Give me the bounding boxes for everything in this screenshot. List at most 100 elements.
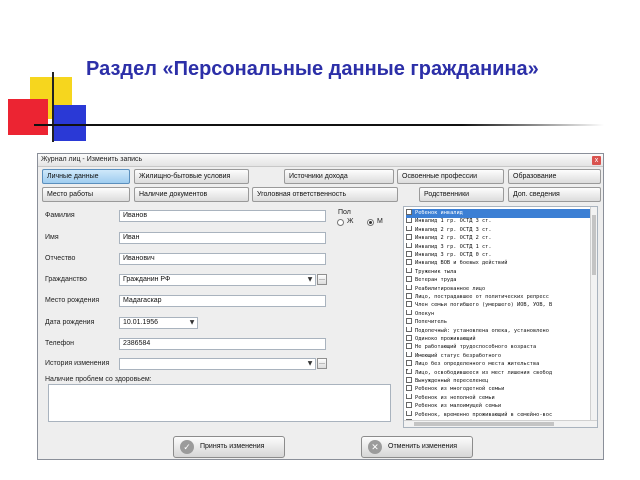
- citizenship-more-button[interactable]: …: [317, 274, 327, 285]
- tab-documents[interactable]: Наличие документов: [134, 187, 249, 202]
- checkbox[interactable]: [406, 225, 412, 232]
- surname-label: Фамилия: [45, 212, 75, 219]
- checklist-item-label: Ветеран труда: [415, 277, 457, 284]
- cancel-changes-button[interactable]: ✕ Отменить изменения: [361, 436, 473, 458]
- checklist-item-label: Не работающий трудоспособного возраста: [415, 344, 537, 351]
- checklist-item-label: Имеющий статус безработного: [415, 352, 502, 359]
- tab-education[interactable]: Образование: [508, 169, 601, 184]
- checkbox[interactable]: [406, 343, 412, 349]
- status-checklist[interactable]: Ребенок, находящийся в ...Ребенок, време…: [403, 206, 598, 428]
- checklist-item[interactable]: Ребенок из многодетной семьи: [406, 385, 591, 394]
- checklist-item[interactable]: Инвалид 2 гр. ОСТД 2 ст.: [406, 234, 591, 243]
- checkbox[interactable]: [406, 377, 412, 383]
- tab-relatives[interactable]: Родственники: [419, 187, 504, 202]
- checklist-item[interactable]: Не работающий трудоспособного возраста: [406, 343, 591, 352]
- checkmark-icon: ✓: [180, 440, 194, 454]
- checklist-item[interactable]: Инвалид 3 гр. ОСТД 1 ст.: [406, 242, 591, 252]
- tab-workplace[interactable]: Место работы: [42, 187, 130, 202]
- checkbox[interactable]: [406, 309, 412, 316]
- checklist-item-label: Инвалид 2 гр. ОСТД 2 ст.: [415, 235, 492, 242]
- checklist-item[interactable]: Ребенок инвалид: [406, 209, 591, 218]
- checkbox[interactable]: [406, 217, 412, 223]
- checklist-item[interactable]: Реабилитированное лицо: [406, 284, 591, 294]
- checklist-item[interactable]: Ребенок из малоимущей семьи: [406, 402, 591, 411]
- checkbox[interactable]: [406, 276, 412, 282]
- checklist-item-label: Лицо, пострадавшее от политических репре…: [415, 294, 549, 300]
- checkbox[interactable]: [406, 267, 412, 274]
- vertical-scrollbar[interactable]: [590, 207, 597, 427]
- checklist-item[interactable]: Имеющий статус безработного: [406, 351, 591, 361]
- checkbox[interactable]: [406, 385, 412, 391]
- checkbox[interactable]: [406, 284, 412, 291]
- checklist-item[interactable]: Ветеран труда: [406, 276, 591, 285]
- horizontal-scrollbar[interactable]: [404, 420, 597, 427]
- checkbox[interactable]: [406, 251, 412, 257]
- scroll-thumb[interactable]: [414, 422, 554, 426]
- checklist-item-label: Ребенок инвалид: [415, 210, 463, 216]
- checkbox[interactable]: [406, 335, 412, 341]
- checklist-item[interactable]: Подопечный: установлена опека, установле…: [406, 326, 591, 336]
- checkbox[interactable]: [406, 393, 412, 400]
- scroll-thumb[interactable]: [592, 215, 596, 275]
- history-more-button[interactable]: …: [317, 358, 327, 369]
- checkbox[interactable]: [406, 259, 412, 265]
- checklist-item[interactable]: Лицо, пострадавшее от политических репре…: [406, 293, 591, 302]
- checklist-item-label: Одиноко проживающий: [415, 336, 476, 342]
- checklist-item[interactable]: Лицо, освободившееся из мест лишения сво…: [406, 368, 591, 378]
- name-field[interactable]: Иван: [119, 232, 326, 244]
- tab-criminal-liability[interactable]: Уголовная ответственность: [252, 187, 398, 202]
- checkbox[interactable]: [406, 410, 412, 417]
- tab-personal-data[interactable]: Личные данные: [42, 169, 130, 184]
- checklist-item[interactable]: Инвалид 2 гр. ОСТД 3 ст.: [406, 225, 591, 235]
- checkbox[interactable]: [406, 242, 412, 249]
- checkbox[interactable]: [406, 293, 412, 299]
- citizenship-select[interactable]: Гражданин РФ: [119, 274, 316, 286]
- checkbox[interactable]: [406, 318, 412, 324]
- window-titlebar: Журнал лиц - Изменить запись x: [38, 154, 603, 167]
- patronymic-field[interactable]: Иванович: [119, 253, 326, 265]
- tab-income-sources[interactable]: Источники дохода: [284, 169, 394, 184]
- checkbox[interactable]: [406, 234, 412, 240]
- close-icon[interactable]: x: [592, 156, 601, 165]
- tab-professions[interactable]: Освоенные профессии: [397, 169, 504, 184]
- checklist-item[interactable]: Инвалид ВОВ и боевых действий: [406, 259, 591, 268]
- checklist-item[interactable]: Ребенок, временно проживающий в семейно-…: [406, 410, 591, 420]
- chevron-down-icon[interactable]: ▼: [306, 275, 314, 285]
- birthplace-label: Место рождения: [45, 297, 100, 304]
- checklist-item[interactable]: Попечитель: [406, 318, 591, 327]
- checkbox[interactable]: [406, 301, 412, 307]
- gender-male-radio[interactable]: [367, 219, 374, 226]
- tab-additional-info[interactable]: Доп. сведения: [508, 187, 601, 202]
- checklist-item[interactable]: Опекун: [406, 309, 591, 319]
- checkbox[interactable]: [406, 360, 412, 366]
- checklist-item[interactable]: Инвалид 3 гр. ОСТД 0 ст.: [406, 251, 591, 260]
- checklist-item[interactable]: Одиноко проживающий: [406, 335, 591, 344]
- checkbox[interactable]: [406, 209, 412, 215]
- surname-field[interactable]: Иванов: [119, 210, 326, 222]
- health-problems-textarea[interactable]: [48, 384, 391, 422]
- accept-changes-button[interactable]: ✓ Принять изменения: [173, 436, 285, 458]
- checkbox[interactable]: [406, 402, 412, 408]
- checklist-item-label: Ребенок, временно проживающий в семейно-…: [415, 411, 553, 418]
- checkbox[interactable]: [406, 351, 412, 358]
- edit-record-window: Журнал лиц - Изменить запись x Личные да…: [37, 153, 604, 460]
- phone-field[interactable]: 2386584: [119, 338, 326, 350]
- checklist-item[interactable]: Лицо без определенного места жительства: [406, 360, 591, 369]
- chevron-down-icon[interactable]: ▼: [306, 359, 314, 369]
- birthdate-field[interactable]: 10.01.1956: [119, 317, 198, 329]
- checklist-item[interactable]: Член семьи погибшего (умершего) ИОВ, УОВ…: [406, 301, 591, 310]
- checklist-item[interactable]: Вынужденный переселенец: [406, 377, 591, 386]
- birthplace-field[interactable]: Мадагаскар: [119, 295, 326, 307]
- checklist-item[interactable]: Ребенок из неполной семьи: [406, 393, 591, 403]
- citizenship-label: Гражданство: [45, 276, 87, 283]
- checklist-item[interactable]: Труженик тыла: [406, 267, 591, 277]
- checklist-item[interactable]: Инвалид 1 гр. ОСТД 3 ст.: [406, 217, 591, 226]
- checklist-item-label: Инвалид 3 гр. ОСТД 0 ст.: [415, 252, 492, 258]
- checkbox[interactable]: [406, 326, 412, 333]
- tab-living-conditions[interactable]: Жилищно-бытовые условия: [134, 169, 249, 184]
- history-select[interactable]: [119, 358, 316, 370]
- health-problems-label: Наличие проблем со здоровьем:: [45, 376, 152, 383]
- checkbox[interactable]: [406, 368, 412, 375]
- calendar-dropdown-icon[interactable]: ▼: [188, 318, 196, 328]
- gender-female-radio[interactable]: [337, 219, 344, 226]
